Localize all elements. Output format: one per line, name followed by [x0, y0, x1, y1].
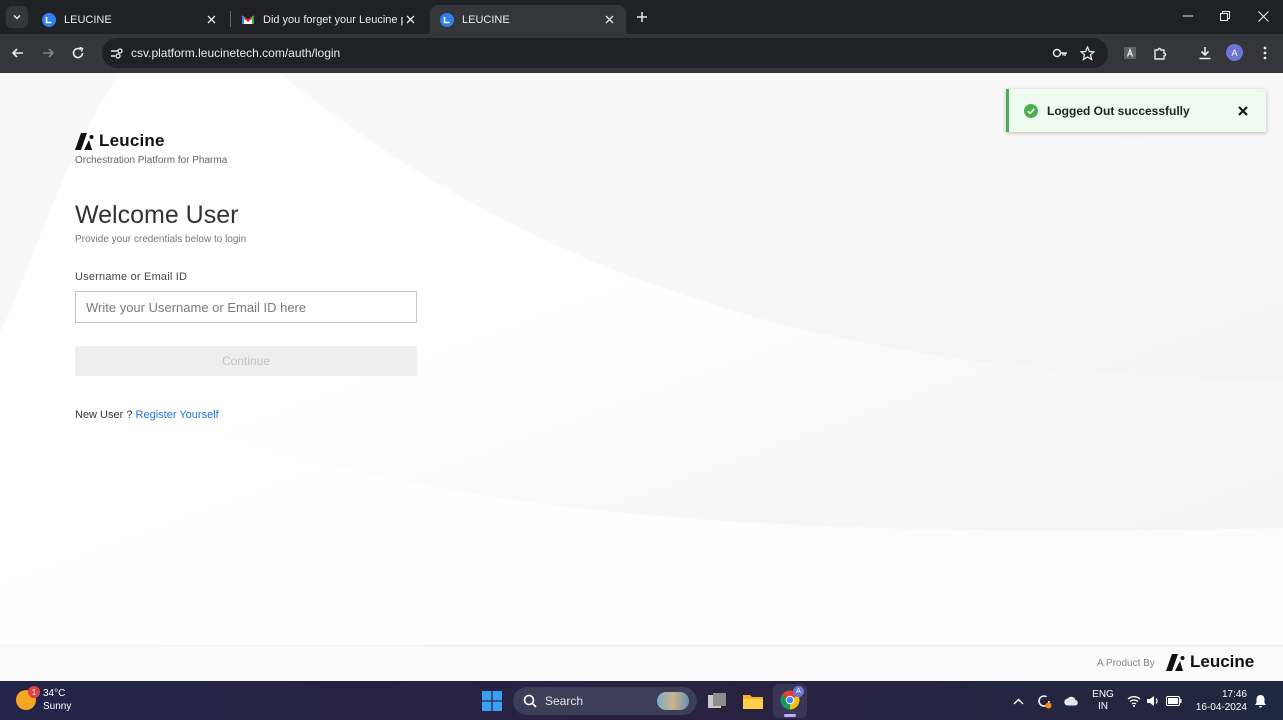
check-circle-icon [1024, 103, 1038, 118]
bookmark-star-icon[interactable] [1078, 44, 1096, 62]
plus-icon [637, 12, 647, 22]
product-by-text: A Product By [1097, 658, 1155, 669]
close-tab-icon[interactable] [403, 13, 417, 27]
leucine-favicon-icon [42, 12, 56, 27]
input-language-indicator[interactable]: ENG IN [1092, 689, 1114, 713]
system-clock[interactable]: 17:46 16-04-2024 [1191, 688, 1247, 714]
footer-brand-name: Leucine [1190, 652, 1255, 671]
register-prompt: New User ? Register Yourself [75, 409, 219, 421]
new-user-text: New User ? [75, 409, 133, 421]
profile-avatar[interactable]: A [1226, 44, 1243, 61]
close-icon [1257, 10, 1269, 22]
chrome-taskbar-button[interactable]: A [773, 684, 807, 718]
arrow-left-icon [11, 48, 23, 58]
arrow-right-icon [43, 48, 55, 58]
username-label: Username or Email ID [75, 271, 188, 283]
reload-button[interactable] [68, 43, 88, 63]
toast-message: Logged Out successfully [1047, 103, 1190, 118]
site-settings-icon[interactable] [108, 45, 124, 61]
username-input[interactable] [75, 291, 417, 323]
toast-close-button[interactable] [1236, 104, 1250, 118]
download-icon [1199, 47, 1211, 60]
wifi-icon[interactable] [1126, 693, 1142, 709]
windows-start-icon[interactable] [482, 691, 502, 711]
url-text: csv.platform.leucinetech.com/auth/login [131, 46, 341, 60]
minimize-icon [1183, 15, 1193, 17]
chevron-down-icon [13, 14, 21, 20]
brand-tagline: Orchestration Platform for Pharma [75, 155, 228, 166]
clock-date: 16-04-2024 [1195, 702, 1247, 713]
windows-taskbar: 1 34°C Sunny Search A ENG IN 17:46 16-04… [0, 681, 1283, 720]
search-label: Search [545, 694, 584, 708]
battery-icon[interactable] [1166, 693, 1182, 709]
weather-temperature: 34°C [43, 688, 66, 699]
browser-tab-bar: LEUCINE Did you forget your Leucine pa L… [0, 0, 1283, 34]
register-link[interactable]: Register Yourself [136, 409, 219, 421]
leucine-favicon-icon [440, 12, 454, 27]
forward-button[interactable] [38, 43, 58, 63]
sync-app-icon[interactable] [1036, 693, 1052, 709]
downloads-button[interactable] [1195, 43, 1215, 63]
taskbar-search[interactable]: Search [513, 687, 697, 715]
search-highlight-image [657, 692, 689, 710]
task-view-icon[interactable] [706, 690, 728, 712]
restore-button[interactable] [1215, 6, 1235, 26]
new-tab-button[interactable] [633, 8, 651, 26]
weather-description: Sunny [43, 701, 72, 712]
close-window-button[interactable] [1253, 6, 1273, 26]
tray-overflow-button[interactable] [1010, 693, 1026, 709]
address-bar[interactable]: csv.platform.leucinetech.com/auth/login [102, 38, 1108, 68]
active-app-indicator [784, 714, 796, 717]
back-button[interactable] [8, 43, 28, 63]
browser-toolbar: csv.platform.leucinetech.com/auth/login … [0, 34, 1283, 73]
translate-extension-button[interactable] [1120, 43, 1140, 63]
browser-menu-button[interactable] [1255, 43, 1275, 63]
notification-badge: 1 [28, 686, 40, 698]
leucine-logo-icon [75, 132, 94, 150]
clock-time: 17:46 [1221, 689, 1247, 700]
chrome-profile-badge: A [793, 686, 804, 697]
chevron-up-icon [1013, 698, 1023, 704]
translate-icon [1124, 47, 1136, 59]
restore-icon [1220, 11, 1230, 21]
region-code: IN [1098, 701, 1108, 712]
tab-title: Did you forget your Leucine pa [263, 13, 403, 26]
page-title: Welcome User [75, 201, 239, 229]
browser-tab-1[interactable]: LEUCINE [32, 5, 228, 34]
close-icon [1238, 105, 1248, 116]
leucine-logo-icon [1166, 653, 1185, 671]
reload-icon [72, 46, 84, 59]
volume-icon[interactable] [1145, 693, 1161, 709]
close-tab-icon[interactable] [602, 13, 616, 27]
notifications-bell-icon[interactable] [1252, 693, 1268, 709]
brand-logo: Leucine [75, 131, 165, 151]
tab-title: LEUCINE [64, 13, 112, 26]
browser-tab-3-active[interactable]: LEUCINE [430, 5, 626, 34]
tab-search-dropdown[interactable] [6, 6, 28, 28]
login-page: Leucine Orchestration Platform for Pharm… [0, 73, 1283, 681]
puzzle-icon [1153, 47, 1166, 60]
footer-brand-logo: Leucine [1166, 652, 1254, 672]
brand-name: Leucine [99, 131, 165, 150]
weather-widget[interactable]: 1 34°C Sunny [16, 686, 72, 713]
password-key-icon[interactable] [1051, 44, 1069, 62]
search-icon [523, 694, 537, 708]
extensions-button[interactable] [1150, 43, 1170, 63]
onedrive-cloud-icon[interactable] [1063, 693, 1079, 709]
success-toast: Logged Out successfully [1006, 89, 1266, 132]
browser-tab-2[interactable]: Did you forget your Leucine pa [231, 5, 427, 34]
gmail-favicon-icon [241, 14, 255, 24]
tab-title: LEUCINE [462, 13, 510, 26]
language-code: ENG [1092, 689, 1114, 700]
more-vertical-icon [1263, 46, 1267, 60]
close-tab-icon[interactable] [204, 13, 218, 27]
page-subtitle: Provide your credentials below to login [75, 234, 247, 245]
minimize-button[interactable] [1178, 6, 1198, 26]
sun-icon: 1 [16, 686, 40, 710]
page-footer: A Product By Leucine [0, 645, 1283, 681]
file-explorer-icon[interactable] [742, 690, 764, 712]
continue-button[interactable]: Continue [75, 346, 417, 376]
